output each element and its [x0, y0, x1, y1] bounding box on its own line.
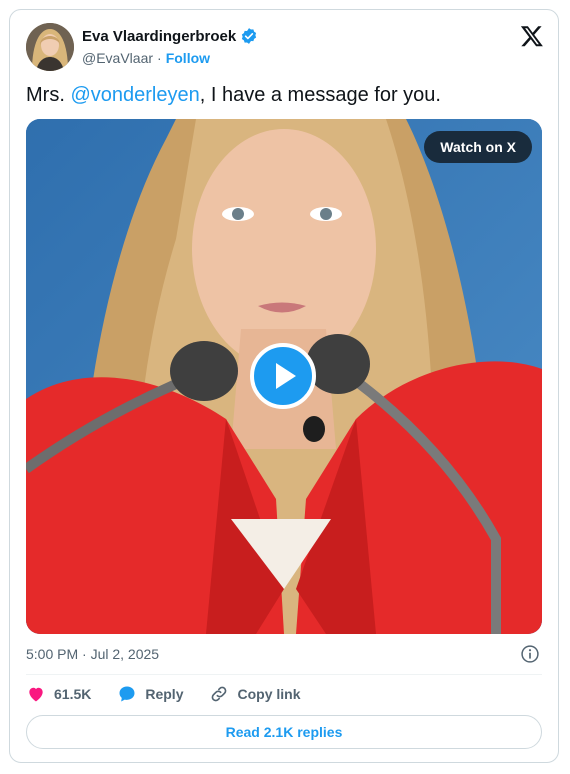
action-bar: 61.5K Reply Copy link — [26, 684, 327, 704]
post-text: Mrs. @vonderleyen, I have a message for … — [26, 84, 441, 107]
reply-icon — [119, 686, 135, 702]
divider — [26, 674, 542, 675]
post-timestamp[interactable]: 5:00 PM · Jul 2, 2025 — [26, 646, 159, 662]
verified-badge-icon — [242, 28, 257, 44]
author-avatar[interactable] — [26, 23, 74, 71]
heart-icon — [29, 687, 43, 702]
video-media[interactable]: Watch on X — [26, 119, 542, 634]
author-name-row: Eva Vlaardingerbroek — [82, 27, 258, 45]
like-button[interactable]: 61.5K — [26, 684, 91, 704]
watch-on-x-button[interactable]: Watch on X — [424, 131, 532, 163]
follow-link[interactable]: Follow — [166, 50, 210, 66]
x-logo-icon[interactable] — [520, 24, 544, 48]
mention-link[interactable]: @vonderleyen — [70, 84, 199, 106]
avatar-image — [26, 23, 74, 71]
handle-separator: · — [157, 50, 162, 66]
play-icon — [276, 363, 296, 389]
author-handle-row: @EvaVlaar · Follow — [82, 50, 210, 66]
author-handle[interactable]: @EvaVlaar — [82, 50, 153, 66]
copy-link-button[interactable]: Copy link — [209, 684, 301, 704]
copy-link-label: Copy link — [237, 686, 301, 702]
like-count: 61.5K — [54, 686, 92, 702]
embedded-post-card: Eva Vlaardingerbroek @EvaVlaar · Follow … — [9, 9, 559, 763]
reply-label: Reply — [145, 686, 184, 702]
play-button[interactable] — [250, 343, 316, 409]
read-replies-button[interactable]: Read 2.1K replies — [26, 715, 542, 749]
post-text-prefix: Mrs. — [26, 84, 71, 106]
info-icon[interactable] — [520, 644, 540, 664]
reply-button[interactable]: Reply — [117, 684, 183, 704]
link-icon — [212, 686, 227, 702]
post-text-suffix: , I have a message for you. — [199, 84, 441, 106]
author-name[interactable]: Eva Vlaardingerbroek — [82, 28, 236, 45]
